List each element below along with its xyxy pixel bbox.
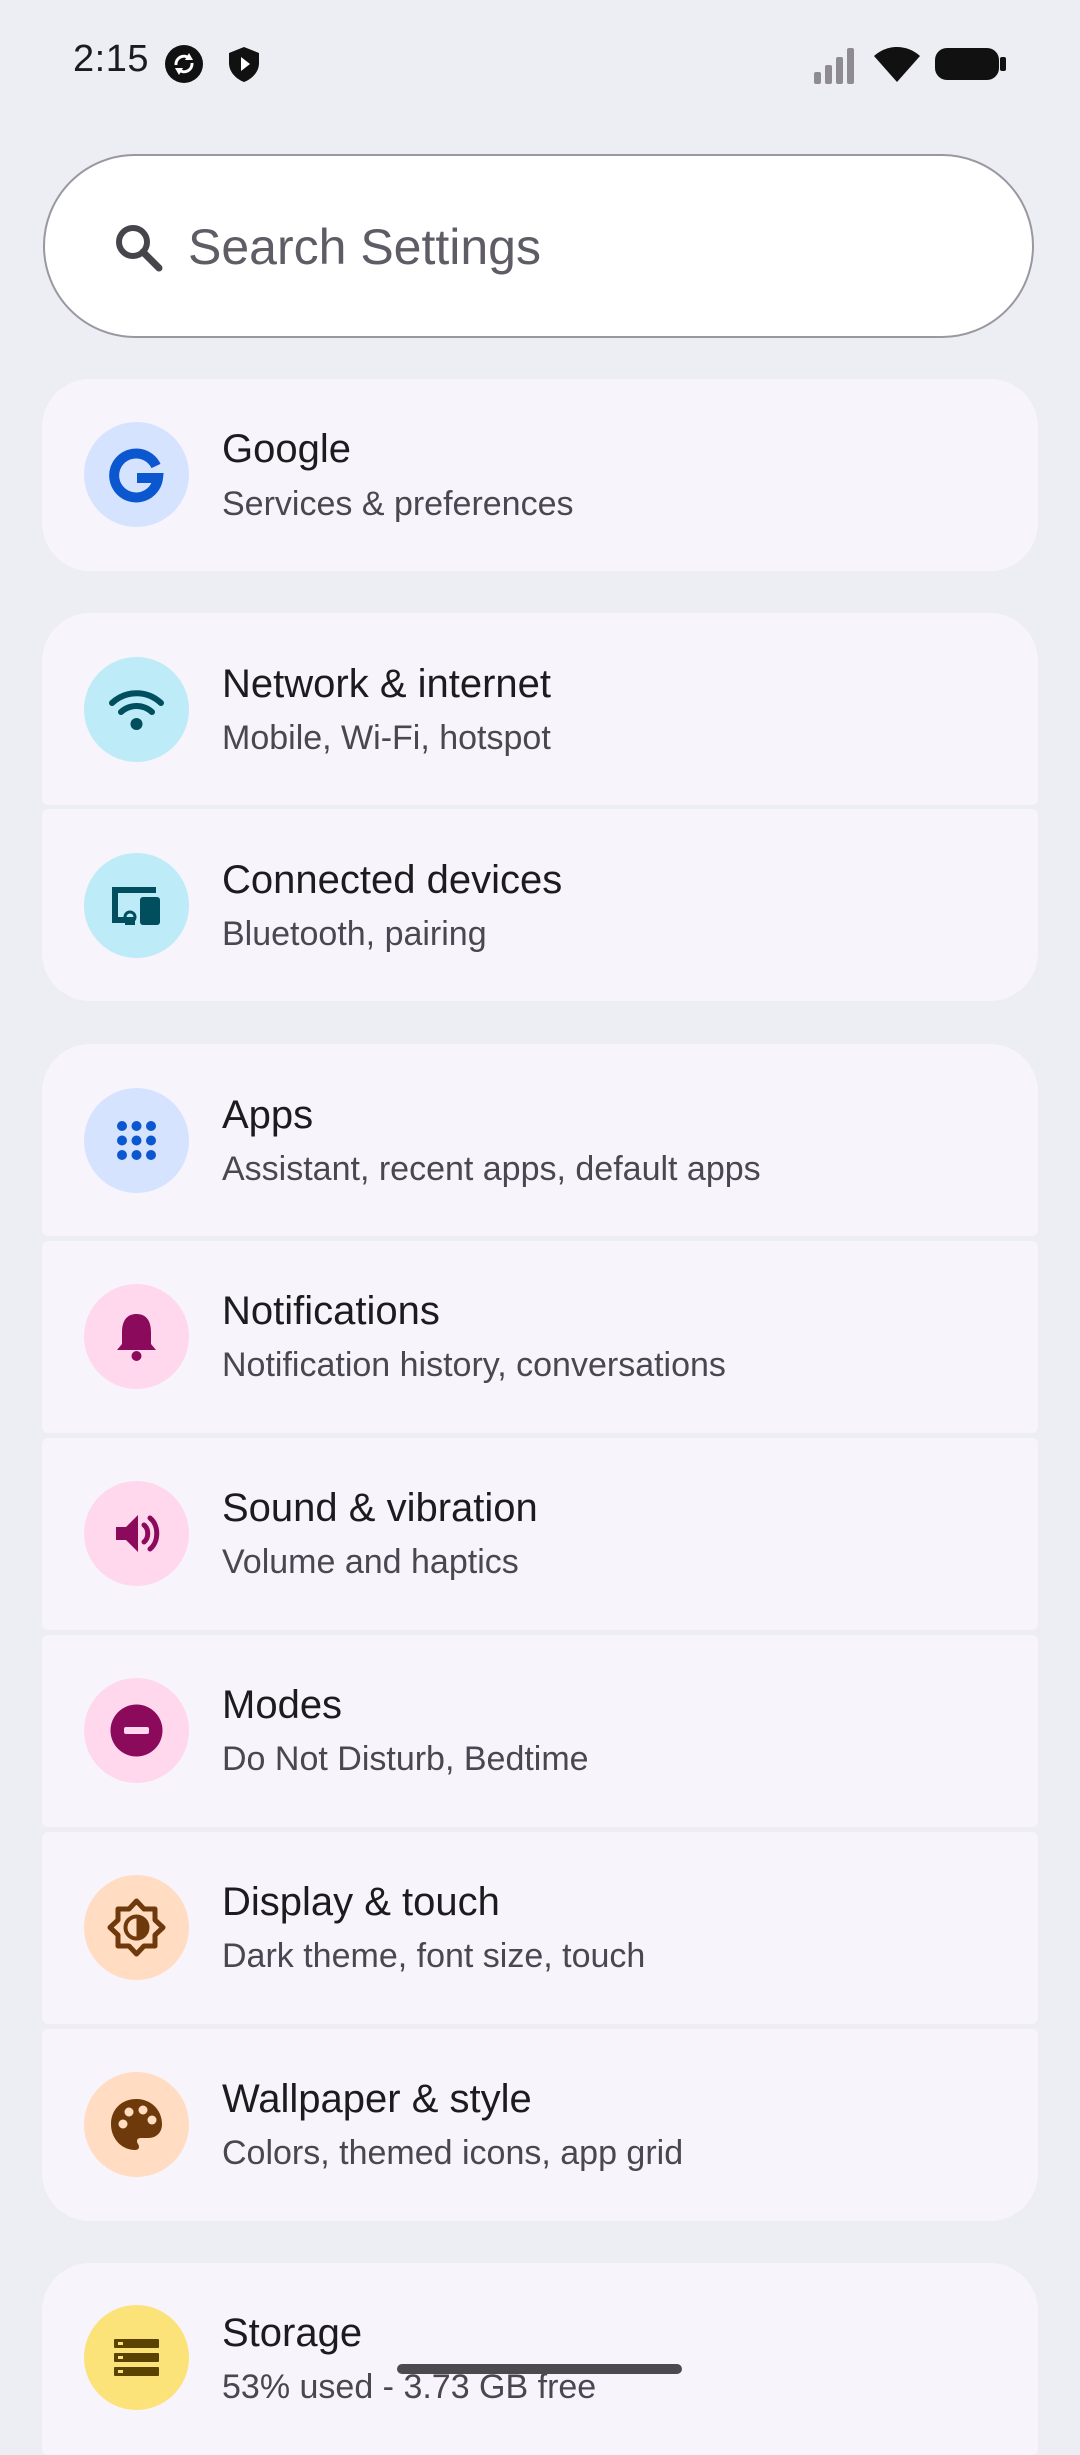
settings-item-display[interactable]: Display & touch Dark theme, font size, t… — [42, 1832, 1038, 2024]
search-icon — [116, 225, 163, 272]
settings-item-modes[interactable]: Modes Do Not Disturb, Bedtime — [42, 1635, 1038, 1827]
battery-icon — [935, 48, 1006, 80]
settings-item-storage[interactable]: Storage 53% used - 3.73 GB free — [42, 2263, 1038, 2455]
item-title: Google — [222, 427, 351, 471]
home-gesture-bar[interactable] — [397, 2364, 682, 2374]
search-placeholder: Search Settings — [188, 219, 541, 275]
wifi-icon — [84, 657, 189, 762]
item-subtitle: Assistant, recent apps, default apps — [222, 1150, 761, 1188]
item-title: Connected devices — [222, 858, 563, 902]
item-subtitle: Volume and haptics — [222, 1543, 519, 1581]
do-not-disturb-icon — [84, 1678, 189, 1783]
settings-item-apps[interactable]: Apps Assistant, recent apps, default app… — [42, 1044, 1038, 1236]
sync-icon — [165, 45, 203, 83]
item-subtitle: Notification history, conversations — [222, 1346, 726, 1384]
wifi-icon — [874, 47, 920, 82]
item-title: Display & touch — [222, 1880, 500, 1924]
shield-icon — [229, 47, 259, 82]
storage-icon — [84, 2305, 189, 2410]
item-subtitle: Services & preferences — [222, 485, 574, 523]
settings-item-network[interactable]: Network & internet Mobile, Wi-Fi, hotspo… — [42, 613, 1038, 805]
item-title: Notifications — [222, 1289, 440, 1333]
item-title: Modes — [222, 1683, 343, 1727]
devices-icon — [84, 853, 189, 958]
item-title: Sound & vibration — [222, 1486, 538, 1530]
brightness-icon — [84, 1875, 189, 1980]
settings-item-wallpaper[interactable]: Wallpaper & style Colors, themed icons, … — [42, 2029, 1038, 2221]
settings-item-notifications[interactable]: Notifications Notification history, conv… — [42, 1241, 1038, 1433]
google-g-icon — [84, 422, 189, 527]
item-title: Apps — [222, 1093, 314, 1137]
item-subtitle: Colors, themed icons, app grid — [222, 2134, 684, 2172]
palette-icon — [84, 2072, 189, 2177]
status-bar: 2:15 — [0, 0, 1080, 130]
settings-item-connected-devices[interactable]: Connected devices Bluetooth, pairing — [42, 809, 1038, 1001]
status-time: 2:15 — [73, 38, 149, 80]
bell-icon — [84, 1284, 189, 1389]
search-bar[interactable]: Search Settings — [43, 154, 1034, 338]
item-subtitle: Mobile, Wi-Fi, hotspot — [222, 719, 551, 757]
settings-item-sound[interactable]: Sound & vibration Volume and haptics — [42, 1438, 1038, 1630]
speaker-icon — [84, 1481, 189, 1586]
settings-item-google[interactable]: Google Services & preferences — [42, 379, 1038, 571]
item-subtitle: Bluetooth, pairing — [222, 915, 487, 953]
item-title: Storage — [222, 2311, 363, 2355]
item-subtitle: Dark theme, font size, touch — [222, 1937, 646, 1975]
item-subtitle: Do Not Disturb, Bedtime — [222, 1740, 589, 1778]
item-title: Network & internet — [222, 662, 552, 706]
apps-grid-icon — [84, 1088, 189, 1193]
item-title: Wallpaper & style — [222, 2077, 532, 2121]
signal-icon — [814, 48, 854, 84]
